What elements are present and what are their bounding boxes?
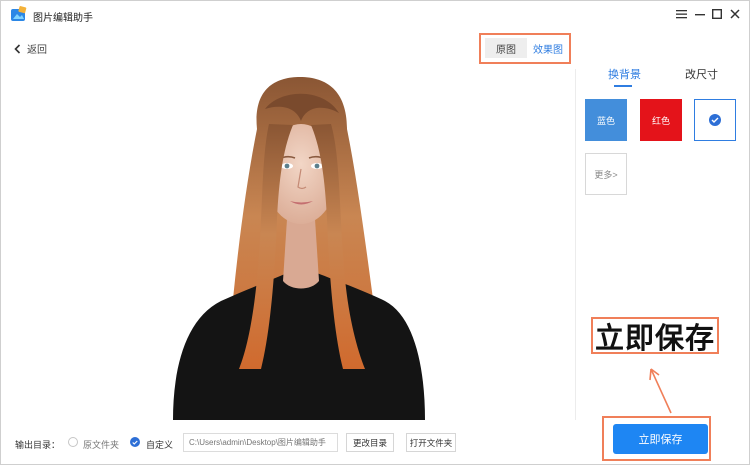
app-window: 图片编辑助手 返回 原图 效果图 换背景 改尺寸 蓝色 红色 更多> 立即保存 … [0, 0, 750, 465]
output-path-input[interactable] [183, 433, 338, 452]
swatch-blue[interactable]: 蓝色 [585, 99, 627, 141]
active-tab-indicator [614, 85, 632, 87]
portrait-image [173, 77, 425, 420]
radio-original-folder[interactable] [68, 437, 78, 447]
option-custom-label[interactable]: 自定义 [146, 438, 173, 451]
original-view-tab[interactable]: 原图 [485, 38, 527, 58]
image-canvas [25, 69, 575, 420]
save-now-button[interactable]: 立即保存 [613, 424, 708, 454]
tab-resize[interactable]: 改尺寸 [685, 66, 718, 82]
swatch-white-selected[interactable] [694, 99, 736, 141]
tab-change-background[interactable]: 换背景 [608, 66, 641, 82]
output-bar: 输出目录： 原文件夹 自定义 更改目录 打开文件夹 [1, 429, 591, 457]
effect-view-tab[interactable]: 效果图 [527, 38, 569, 58]
change-directory-button[interactable]: 更改目录 [346, 433, 394, 452]
menu-icon[interactable] [674, 7, 688, 21]
chevron-left-icon [14, 43, 21, 54]
open-folder-button[interactable]: 打开文件夹 [406, 433, 456, 452]
app-logo-icon [11, 6, 27, 21]
option-original-folder-label[interactable]: 原文件夹 [83, 438, 119, 451]
title-bar: 图片编辑助手 [1, 1, 749, 31]
arrow-icon [649, 368, 672, 414]
back-label: 返回 [27, 45, 47, 56]
back-button[interactable]: 返回 [14, 41, 47, 56]
canvas-divider [575, 69, 576, 420]
check-icon [709, 114, 721, 126]
view-toggle: 原图 效果图 [485, 38, 569, 58]
output-dir-label: 输出目录： [15, 440, 61, 450]
swatch-red[interactable]: 红色 [640, 99, 682, 141]
minimize-icon[interactable] [693, 7, 707, 21]
save-callout-label: 立即保存 [591, 317, 719, 355]
more-colors-button[interactable]: 更多> [585, 153, 627, 195]
radio-custom[interactable] [130, 437, 140, 447]
close-icon[interactable] [728, 7, 742, 21]
app-title: 图片编辑助手 [33, 13, 93, 24]
maximize-icon[interactable] [710, 7, 724, 21]
